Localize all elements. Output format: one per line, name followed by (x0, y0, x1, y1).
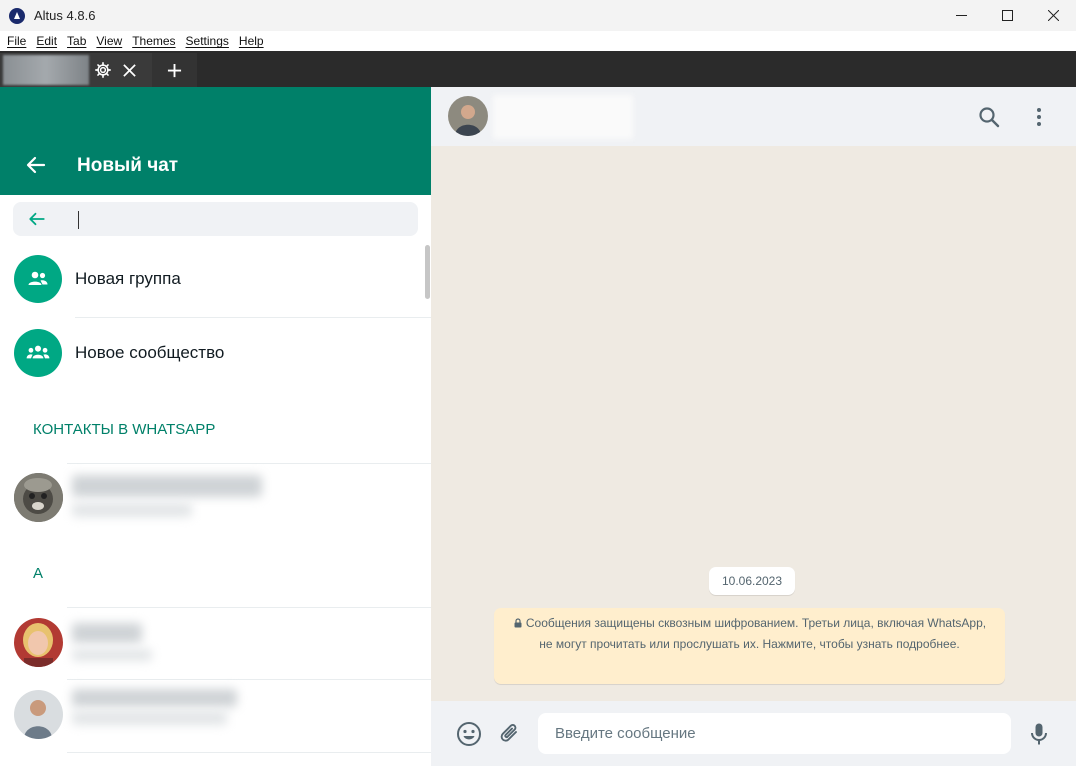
community-icon (14, 329, 62, 377)
new-group-item[interactable]: Новая группа (0, 245, 425, 309)
menu-edit[interactable]: Edit (31, 34, 62, 48)
tab-bar (0, 51, 1076, 87)
panel-header: Новый чат (0, 87, 431, 195)
menu-dots-icon[interactable] (1027, 105, 1051, 129)
emoji-icon[interactable] (456, 721, 482, 747)
contact-row[interactable] (0, 681, 425, 753)
menu-view[interactable]: View (91, 34, 127, 48)
contact-row[interactable] (0, 609, 425, 679)
gear-icon (95, 62, 111, 78)
avatar (14, 690, 63, 739)
blurred-contact-name (72, 623, 142, 643)
encryption-notice-text: Сообщения защищены сквозным шифрованием.… (525, 616, 987, 651)
altus-logo-icon (9, 7, 25, 24)
blurred-contact-status (72, 503, 192, 517)
lock-icon (514, 618, 522, 628)
tab-close-button[interactable] (119, 60, 139, 80)
blurred-contact-status (72, 649, 152, 661)
avatar (14, 473, 63, 522)
date-divider: 10.06.2023 (709, 567, 795, 595)
back-arrow-icon[interactable] (24, 153, 48, 177)
blurred-contact-name (72, 475, 262, 497)
avatar (14, 618, 63, 667)
new-community-item[interactable]: Новое сообщество (0, 319, 425, 383)
divider (67, 607, 431, 608)
chat-header (431, 87, 1076, 146)
tab-settings-button[interactable] (93, 60, 113, 80)
chat-panel: 10.06.2023 Сообщения защищены сквозным ш… (431, 87, 1076, 766)
menu-themes[interactable]: Themes (127, 34, 180, 48)
letter-section-header: А (33, 565, 44, 582)
list-scrollbar[interactable] (425, 245, 430, 299)
message-input[interactable] (538, 713, 1011, 754)
search-icon[interactable] (977, 105, 1001, 129)
contacts-section-header: КОНТАКТЫ В WHATSAPP (33, 421, 216, 438)
tab-whatsapp[interactable] (0, 53, 152, 87)
menu-help[interactable]: Help (234, 34, 269, 48)
group-icon (14, 255, 62, 303)
menu-file[interactable]: File (2, 34, 31, 48)
divider (67, 679, 431, 680)
menu-tab[interactable]: Tab (62, 34, 91, 48)
window-controls (938, 0, 1076, 31)
divider (75, 317, 431, 318)
close-window-button[interactable] (1030, 0, 1076, 31)
blurred-chat-name[interactable] (493, 95, 633, 139)
close-icon (1047, 10, 1059, 21)
blurred-contact-name (72, 689, 237, 707)
contact-row[interactable] (0, 465, 425, 533)
divider (67, 752, 431, 753)
microphone-icon[interactable] (1026, 721, 1052, 747)
panel-title: Новый чат (77, 155, 179, 176)
tab-thumbnail (3, 55, 89, 85)
encryption-notice[interactable]: Сообщения защищены сквозным шифрованием.… (494, 608, 1005, 684)
divider (67, 463, 431, 464)
menu-bar: File Edit Tab View Themes Settings Help (0, 31, 1076, 51)
contact-search-box[interactable] (13, 202, 418, 236)
window-title: Altus 4.8.6 (34, 8, 96, 23)
title-bar: Altus 4.8.6 (0, 0, 1076, 31)
blurred-contact-status (72, 711, 227, 725)
maximize-button[interactable] (984, 0, 1030, 31)
plus-icon (167, 63, 182, 77)
paperclip-icon[interactable] (497, 721, 523, 747)
back-arrow-icon[interactable] (28, 210, 46, 228)
new-community-label: Новое сообщество (75, 343, 225, 362)
menu-settings[interactable]: Settings (181, 34, 234, 48)
maximize-icon (1001, 10, 1013, 21)
minimize-icon (955, 15, 967, 16)
text-caret (78, 211, 79, 229)
app-window: Altus 4.8.6 File Edit Tab View Themes Se… (0, 0, 1076, 766)
minimize-button[interactable] (938, 0, 984, 31)
new-group-label: Новая группа (75, 269, 181, 288)
message-composer (431, 701, 1076, 766)
new-chat-panel: Новый чат Новая группа Новое сообщество … (0, 87, 431, 766)
add-tab-button[interactable] (152, 53, 197, 87)
close-icon (122, 63, 136, 77)
chat-avatar[interactable] (448, 96, 488, 136)
